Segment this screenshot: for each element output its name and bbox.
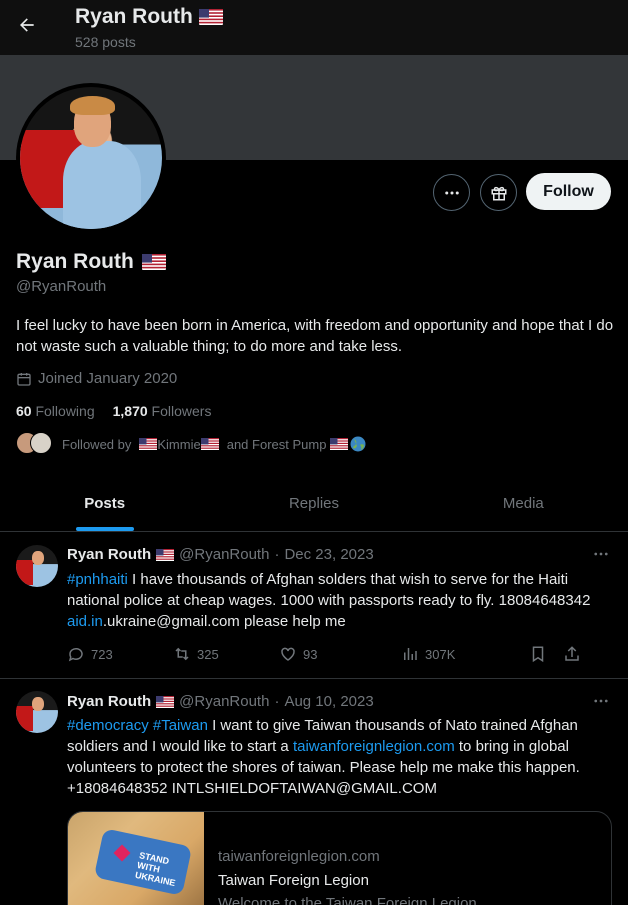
link-card[interactable]: STAND WITH UKRAINE taiwanforeignlegion.c… — [67, 811, 612, 905]
more-options-button[interactable] — [433, 174, 470, 211]
tab-replies[interactable]: Replies — [209, 476, 418, 531]
followers-count: 1,870 — [112, 403, 148, 419]
back-button[interactable] — [12, 10, 42, 40]
hashtag-link[interactable]: #pnhhaiti — [67, 571, 128, 588]
followed-by-prefix: Followed by — [62, 436, 132, 452]
follow-button[interactable]: Follow — [526, 173, 611, 210]
card-title: Taiwan Foreign Legion — [218, 872, 369, 889]
followed-by[interactable]: Followed by Kimmie and Forest Pump — [16, 432, 366, 456]
us-flag-icon — [156, 695, 175, 708]
joined-text: Joined January 2020 — [38, 370, 178, 387]
reply-icon — [68, 647, 83, 662]
tweet-header: Ryan Routh @RyanRouth · Dec 23, 2023 — [67, 546, 374, 563]
reply-button[interactable]: 723 — [67, 645, 173, 663]
header-title: Ryan Routh — [75, 5, 223, 29]
followed-by-name-2: and Forest Pump — [226, 436, 327, 452]
profile-name-text: Ryan Routh — [16, 250, 134, 273]
card-image-text: STAND WITH UKRAINE — [134, 850, 177, 889]
profile-avatar[interactable] — [16, 83, 166, 233]
tweet-text: #democracy #Taiwan I want to give Taiwan… — [67, 715, 612, 799]
tweet-date[interactable]: Aug 10, 2023 — [284, 693, 373, 710]
repost-button[interactable]: 325 — [173, 645, 279, 663]
like-count: 93 — [303, 646, 318, 662]
tweet-handle[interactable]: @RyanRouth — [179, 693, 269, 710]
tweet-actions: 723 325 93 307K — [67, 645, 615, 663]
tweet-text: #pnhhaiti I have thousands of Afghan sol… — [67, 569, 612, 632]
reply-count: 723 — [91, 646, 113, 662]
view-count: 307K — [425, 646, 456, 662]
tweet-header: Ryan Routh @RyanRouth · Aug 10, 2023 — [67, 693, 374, 710]
heart-icon — [281, 647, 295, 661]
profile-name: Ryan Routh — [16, 250, 166, 274]
us-flag-icon — [156, 548, 175, 561]
profile-handle: @RyanRouth — [16, 278, 107, 295]
tab-posts[interactable]: Posts — [0, 476, 209, 531]
arrow-left-icon — [20, 18, 34, 32]
following-label: Following — [35, 403, 95, 419]
following-count: 60 — [16, 403, 32, 419]
joined-date: Joined January 2020 — [16, 370, 177, 387]
following-link[interactable]: 60 Following — [16, 403, 95, 419]
tweet-author-name[interactable]: Ryan Routh — [67, 546, 151, 563]
card-image: STAND WITH UKRAINE — [68, 812, 204, 905]
share-button[interactable] — [563, 645, 581, 663]
follow-stats: 60 Following 1,870 Followers — [16, 403, 211, 419]
more-horizontal-icon — [594, 552, 608, 556]
us-flag-icon — [139, 438, 158, 450]
card-domain: taiwanforeignlegion.com — [218, 848, 380, 865]
calendar-icon — [17, 372, 31, 386]
hashtag-link[interactable]: #democracy — [67, 717, 149, 734]
us-flag-icon — [198, 9, 223, 25]
bookmark-button[interactable] — [529, 645, 563, 663]
share-icon — [565, 646, 579, 661]
followers-link[interactable]: 1,870 Followers — [113, 403, 212, 419]
repost-icon — [175, 647, 189, 661]
url-link[interactable]: taiwanforeignlegion.com — [293, 738, 455, 755]
us-flag-icon — [330, 438, 349, 450]
tweet-text-part: I have thousands of Afghan solders that … — [67, 571, 591, 609]
followed-by-name-1: Kimmie — [157, 436, 201, 452]
avatar — [30, 432, 52, 454]
mask-graphic: STAND WITH UKRAINE — [93, 828, 193, 896]
globe-icon — [350, 436, 366, 452]
tweet-more-button[interactable] — [592, 545, 610, 568]
tweet-more-button[interactable] — [592, 692, 610, 715]
more-horizontal-icon — [444, 191, 459, 194]
header-name: Ryan Routh — [75, 5, 193, 28]
more-horizontal-icon — [594, 699, 608, 703]
follower-avatars — [16, 432, 54, 456]
avatar[interactable] — [16, 691, 58, 733]
like-button[interactable]: 93 — [279, 645, 401, 663]
posts-count: 528 posts — [75, 34, 136, 50]
followers-label: Followers — [151, 403, 212, 419]
tab-media[interactable]: Media — [419, 476, 628, 531]
tweet-handle[interactable]: @RyanRouth — [179, 546, 269, 563]
gift-icon — [491, 186, 506, 200]
views-button[interactable]: 307K — [401, 645, 529, 663]
top-bar: Ryan Routh 528 posts — [0, 0, 628, 55]
url-link[interactable]: aid.in — [67, 613, 103, 630]
repost-count: 325 — [197, 646, 219, 662]
hashtag-link[interactable]: #Taiwan — [153, 717, 208, 734]
tweet-author-name[interactable]: Ryan Routh — [67, 693, 151, 710]
avatar[interactable] — [16, 545, 58, 587]
us-flag-icon — [141, 254, 166, 270]
us-flag-icon — [200, 438, 219, 450]
separator: · — [274, 546, 280, 563]
profile-tabs: Posts Replies Media — [0, 476, 628, 532]
card-description: Welcome to the Taiwan Foreign Legion — [218, 895, 477, 905]
tweet-text-part: .ukraine@gmail.com please help me — [102, 613, 346, 630]
profile-bio: I feel lucky to have been born in Americ… — [16, 317, 614, 355]
separator: · — [274, 693, 280, 710]
gift-button[interactable] — [480, 174, 517, 211]
tweet-date[interactable]: Dec 23, 2023 — [284, 546, 373, 563]
bookmark-icon — [532, 646, 544, 663]
tweet[interactable]: Ryan Routh @RyanRouth · Dec 23, 2023 #pn… — [0, 533, 628, 679]
views-icon — [404, 648, 417, 660]
